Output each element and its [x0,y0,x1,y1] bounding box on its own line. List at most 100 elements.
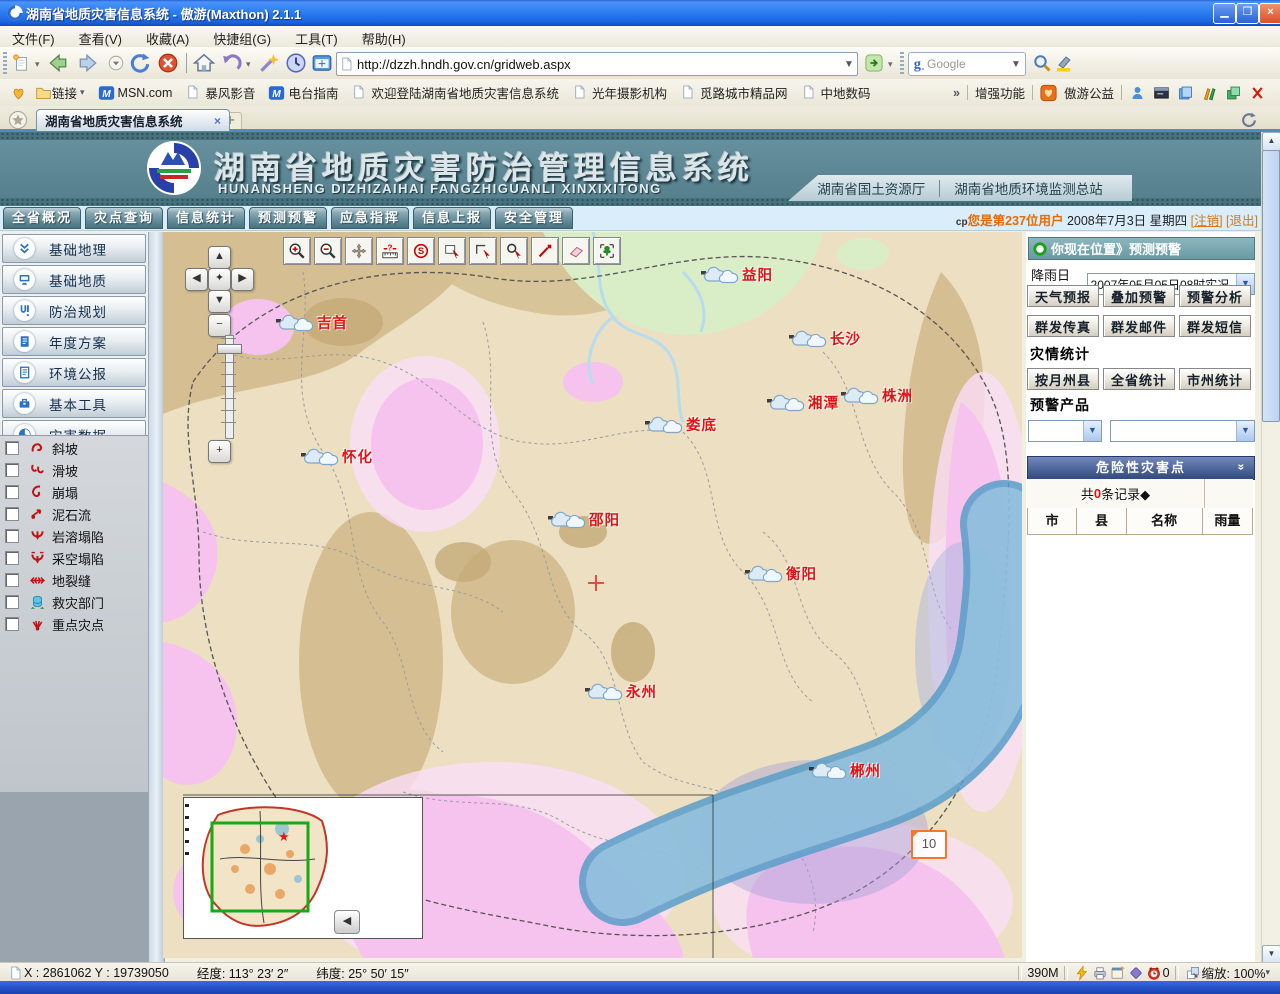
button-叠加预警[interactable]: 叠加预警 [1103,285,1175,307]
undo-caret[interactable]: ▾ [246,59,251,70]
layer-checkbox[interactable] [5,573,19,587]
stop-icon[interactable] [156,51,180,75]
close-button[interactable]: × [1259,3,1280,24]
links-bar-item-6[interactable]: 中地数码 [801,83,871,102]
full-extent-icon[interactable] [593,237,621,265]
notes-icon[interactable] [1177,84,1194,101]
nav-tab-3[interactable]: 预测预警 [249,207,327,229]
minimap-collapse-button[interactable]: ◀ [334,910,360,934]
favorites-star-icon[interactable] [8,110,28,130]
printer-icon[interactable] [1091,965,1109,981]
links-bar-item-0[interactable]: MMSN.com [98,84,173,101]
nav-tab-0[interactable]: 全省概况 [3,207,81,229]
messenger-icon[interactable] [1129,84,1146,101]
zoom-slider-handle[interactable] [217,344,242,354]
new-page-caret[interactable]: ▾ [35,59,40,70]
sidebar-section-0[interactable]: 基础地理 [2,234,146,263]
sidebar-section-4[interactable]: 环境公报 [2,358,146,387]
search-box[interactable]: g Google ▼ [908,52,1026,76]
rect-select-icon[interactable] [438,237,466,265]
button-群发传真[interactable]: 群发传真 [1027,315,1099,337]
zoom-level[interactable]: 缩放: 100% [1202,963,1266,982]
measure-icon[interactable]: ? [376,237,404,265]
draw-line-icon[interactable] [531,237,559,265]
pens-icon[interactable] [1201,84,1218,101]
link-geo-monitor[interactable]: 湖南省地质环境监测总站 [954,178,1103,198]
back-icon[interactable] [46,51,70,75]
tab-close-icon[interactable]: × [214,114,221,128]
logout-link[interactable]: [注销] [1191,214,1223,228]
point-select-icon[interactable] [500,237,528,265]
page-scrollbar[interactable]: ▲ ▼ [1261,132,1279,962]
button-市州统计[interactable]: 市州统计 [1179,368,1251,390]
layer-checkbox[interactable] [5,551,19,565]
go-icon[interactable] [862,51,886,75]
links-bar-item-5[interactable]: 觅路城市精品网 [680,83,788,102]
links-bar-item-4[interactable]: 光年摄影机构 [572,83,667,102]
nav-tab-1[interactable]: 灾点查询 [85,207,163,229]
go-caret[interactable]: ▾ [888,59,893,70]
toolbar-grip[interactable] [3,52,7,74]
nav-tab-4[interactable]: 应急指挥 [331,207,409,229]
exit-link[interactable]: [退出] [1226,214,1258,228]
plugin-icon[interactable] [1127,965,1145,981]
map-viewport[interactable]: ?S ▲ ◀ ✦ ▶ ▼ − + 吉首益阳长沙娄底湘潭株洲怀化邵阳衡阳永州郴州 … [163,232,1022,958]
search-engine-dropdown[interactable]: ▼ [1011,59,1025,70]
layer-checkbox[interactable] [5,507,19,521]
button-全省统计[interactable]: 全省统计 [1103,368,1175,390]
popup-blocker-icon[interactable] [1145,965,1163,981]
enhance-menu[interactable]: 增强功能 [975,83,1025,102]
zoom-caret[interactable]: ▾ [1265,967,1270,978]
new-page-icon[interactable] [9,51,33,75]
close-bar-icon[interactable] [1249,84,1266,101]
links-bar-item-2[interactable]: M电台指南 [268,83,338,102]
links-folder[interactable]: 链接▾ [52,83,85,102]
collapse-chevron-icon[interactable]: » [1231,464,1253,473]
search-icon[interactable] [1030,51,1054,75]
polygon-select-icon[interactable] [469,237,497,265]
links-bar-item-3[interactable]: 欢迎登陆湖南省地质灾害信息系统 [351,83,559,102]
charity-link[interactable]: 傲游公益 [1064,83,1114,102]
pan-center-button[interactable]: ✦ [208,268,231,291]
button-群发邮件[interactable]: 群发邮件 [1103,315,1175,337]
button-群发短信[interactable]: 群发短信 [1179,315,1251,337]
home-icon[interactable] [192,51,216,75]
layer-checkbox[interactable] [5,595,19,609]
boost-icon[interactable] [1073,965,1091,981]
zoom-in-icon[interactable] [283,237,311,265]
maxthon-charity-icon[interactable] [1040,84,1057,101]
scroll-thumb[interactable] [1262,150,1280,422]
pan-down-button[interactable]: ▼ [208,290,231,313]
danger-points-header[interactable]: 危险性灾害点 » [1027,456,1255,480]
refresh-tabs-icon[interactable] [1240,111,1258,129]
product-type-select[interactable]: ▼ [1028,420,1102,442]
eraser-icon[interactable] [562,237,590,265]
zoom-out-button[interactable]: − [208,314,231,337]
console-icon[interactable] [1153,84,1170,101]
button-预警分析[interactable]: 预警分析 [1179,285,1251,307]
pan-left-button[interactable]: ◀ [185,268,208,291]
nav-tab-5[interactable]: 信息上报 [413,207,491,229]
zoom-out-icon[interactable] [314,237,342,265]
links-bar-item-1[interactable]: 暴风影音 [185,83,255,102]
sidebar-section-3[interactable]: 年度方案 [2,327,146,356]
select-circle-icon[interactable]: S [407,237,435,265]
sidebar-section-1[interactable]: 基础地质 [2,265,146,294]
layer-checkbox[interactable] [5,529,19,543]
sessions-icon[interactable] [310,51,334,75]
clock-icon[interactable] [284,51,308,75]
active-tab[interactable]: 湖南省地质灾害信息系统 × [36,109,230,131]
pan-icon[interactable] [345,237,373,265]
sidebar-section-5[interactable]: 基本工具 [2,389,146,418]
refresh-icon[interactable] [128,51,152,75]
pan-up-button[interactable]: ▲ [208,246,231,269]
pan-right-button[interactable]: ▶ [231,268,254,291]
cube-icon[interactable] [1225,84,1242,101]
button-天气预报[interactable]: 天气预报 [1027,285,1099,307]
overview-minimap[interactable]: ★ ◀ [183,797,423,939]
links-overflow-chevron[interactable]: » [953,86,960,100]
sidebar-section-2[interactable]: 防治规划 [2,296,146,325]
layer-checkbox[interactable] [5,463,19,477]
address-dropdown-icon[interactable]: ▼ [841,59,857,70]
layer-checkbox[interactable] [5,441,19,455]
